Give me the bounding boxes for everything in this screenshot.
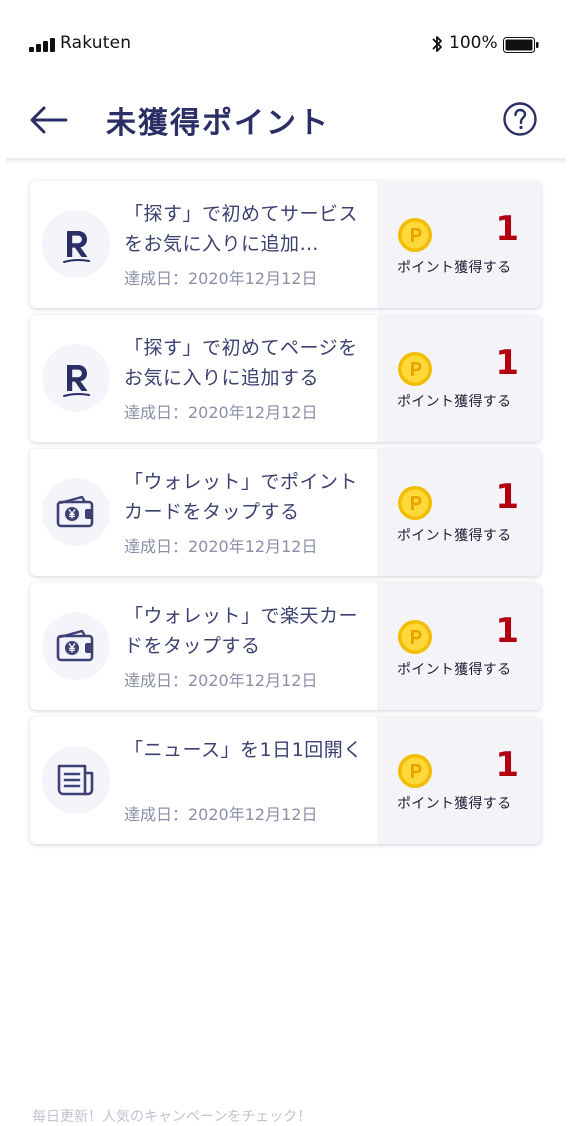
bottom-banner-text[interactable]: 毎日更新！人気のキャンペーンをチェック！ bbox=[32, 1106, 311, 1126]
news-icon bbox=[57, 764, 94, 796]
battery-icon bbox=[503, 37, 539, 53]
mission-icon bbox=[42, 344, 110, 412]
help-button[interactable] bbox=[502, 101, 538, 137]
arrow-left-icon bbox=[30, 106, 68, 134]
status-bar: Rakuten 100% bbox=[0, 0, 573, 90]
wallet-yen-icon bbox=[56, 495, 94, 528]
point-value: 1 bbox=[495, 343, 519, 383]
rakuten-r-icon bbox=[63, 365, 90, 397]
wallet-yen-icon bbox=[56, 629, 94, 662]
mission-list: 「探す」で初めてサービスをお気に入りに追加… 達成日：2020年12月12日 1… bbox=[30, 181, 541, 851]
mission-card[interactable]: 「探す」で初めてサービスをお気に入りに追加… 達成日：2020年12月12日 1… bbox=[30, 181, 541, 308]
mission-title: 「ウォレット」でポイントカードをタップする bbox=[124, 471, 359, 523]
bluetooth-icon bbox=[432, 36, 442, 52]
point-coin-icon bbox=[398, 486, 432, 520]
mission-card[interactable]: 「ウォレット」で楽天カードをタップする 達成日：2020年12月12日 1 ポイ… bbox=[30, 583, 541, 710]
question-circle-icon bbox=[503, 102, 537, 136]
mission-card[interactable]: 「ウォレット」でポイントカードをタップする 達成日：2020年12月12日 1 … bbox=[30, 449, 541, 576]
mission-icon bbox=[42, 612, 110, 680]
points-panel: 1 ポイント獲得する bbox=[377, 717, 541, 844]
get-points-label: ポイント獲得する bbox=[397, 528, 512, 544]
points-panel: 1 ポイント獲得する bbox=[377, 449, 541, 576]
mission-card[interactable]: 「ニュース」を1日1回開く 達成日：2020年12月12日 1 ポイント獲得する bbox=[30, 717, 541, 844]
points-panel: 1 ポイント獲得する bbox=[377, 315, 541, 442]
mission-icon bbox=[42, 210, 110, 278]
point-value: 1 bbox=[495, 477, 519, 517]
mission-icon bbox=[42, 746, 110, 814]
point-coin-icon bbox=[398, 620, 432, 654]
point-coin-icon bbox=[398, 754, 432, 788]
mission-title: 「ニュース」を1日1回開く bbox=[124, 739, 363, 761]
achieved-date: 達成日：2020年12月12日 bbox=[124, 671, 318, 690]
rakuten-r-icon bbox=[63, 231, 90, 263]
mission-card[interactable]: 「探す」で初めてページをお気に入りに追加する 達成日：2020年12月12日 1… bbox=[30, 315, 541, 442]
page-title: 未獲得ポイント bbox=[106, 106, 330, 141]
achieved-date: 達成日：2020年12月12日 bbox=[124, 269, 318, 288]
header-divider bbox=[6, 158, 566, 164]
mission-title: 「ウォレット」で楽天カードをタップする bbox=[124, 605, 359, 657]
achieved-date: 達成日：2020年12月12日 bbox=[124, 403, 318, 422]
points-panel: 1 ポイント獲得する bbox=[377, 583, 541, 710]
achieved-date: 達成日：2020年12月12日 bbox=[124, 537, 318, 556]
mission-title: 「探す」で初めてページをお気に入りに追加する bbox=[124, 337, 358, 389]
point-coin-icon bbox=[398, 352, 432, 386]
point-value: 1 bbox=[495, 745, 519, 785]
get-points-label: ポイント獲得する bbox=[397, 394, 512, 410]
battery-percent: 100% bbox=[449, 33, 498, 53]
point-value: 1 bbox=[495, 209, 519, 249]
mission-icon bbox=[42, 478, 110, 546]
get-points-label: ポイント獲得する bbox=[397, 796, 512, 812]
app-header: 未獲得ポイント bbox=[0, 90, 573, 156]
carrier-name: Rakuten bbox=[60, 33, 132, 53]
achieved-date: 達成日：2020年12月12日 bbox=[124, 805, 318, 824]
get-points-label: ポイント獲得する bbox=[397, 662, 512, 678]
back-button[interactable] bbox=[28, 102, 72, 138]
point-coin-icon bbox=[398, 218, 432, 252]
points-panel: 1 ポイント獲得する bbox=[377, 181, 541, 308]
get-points-label: ポイント獲得する bbox=[397, 260, 512, 276]
screen: Rakuten 100% 未獲得ポイント 「探す」で初めてサービスをお気に入りに… bbox=[0, 0, 573, 1126]
mission-title: 「探す」で初めてサービスをお気に入りに追加… bbox=[124, 203, 359, 255]
signal-icon bbox=[29, 38, 57, 52]
point-value: 1 bbox=[495, 611, 519, 651]
